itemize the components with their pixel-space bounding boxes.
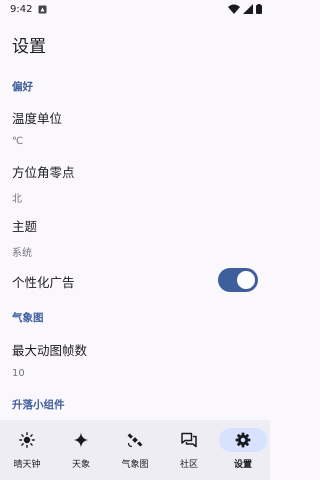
nav-label: 设置 <box>233 460 252 470</box>
forum-icon <box>181 432 197 448</box>
nav-item-celestial[interactable]: 天象 <box>54 428 108 470</box>
gear-icon <box>235 432 251 448</box>
setting-title: 温度单位 <box>12 111 63 126</box>
nav-label: 晴天钟 <box>13 460 41 470</box>
personalized-ads-toggle[interactable] <box>218 268 258 292</box>
nav-label: 气象图 <box>121 460 149 470</box>
nav-item-community[interactable]: 社区 <box>162 428 216 470</box>
wifi-icon <box>228 4 240 14</box>
setting-compass-zero[interactable]: 方位角零点 北 <box>12 162 258 205</box>
bottom-navigation: 晴天钟 天象 气象图 社区 设置 <box>0 420 270 480</box>
battery-icon <box>256 4 262 14</box>
setting-title: 方位角零点 <box>12 165 75 180</box>
status-bar: 9:42 <box>0 0 270 18</box>
page-title: 设置 <box>12 37 46 57</box>
notification-icon <box>38 5 47 13</box>
section-header-preferences: 偏好 <box>12 81 33 93</box>
sparkle-icon <box>73 432 89 448</box>
nav-label: 天象 <box>71 460 90 470</box>
nav-label: 社区 <box>179 460 198 470</box>
signal-icon <box>243 4 253 14</box>
nav-item-settings[interactable]: 设置 <box>216 428 270 470</box>
setting-theme[interactable]: 主题 系统 <box>12 216 258 259</box>
nav-item-weather-map[interactable]: 气象图 <box>108 428 162 470</box>
section-header-rise-set-widget: 升落小组件 <box>12 399 65 411</box>
setting-title: 最大动图帧数 <box>12 343 88 358</box>
setting-title: 主题 <box>12 219 38 234</box>
nav-item-clear-sky-clock[interactable]: 晴天钟 <box>0 428 54 470</box>
setting-value: ℃ <box>12 136 24 147</box>
setting-value: 10 <box>12 368 25 379</box>
status-time: 9:42 <box>10 3 33 15</box>
sun-icon <box>19 432 35 448</box>
setting-max-animation-frames[interactable]: 最大动图帧数 10 <box>12 340 258 379</box>
section-header-weather-map: 气象图 <box>12 312 44 324</box>
setting-temperature-unit[interactable]: 温度单位 ℃ <box>12 108 258 147</box>
setting-value: 北 <box>12 194 22 205</box>
toggle-knob <box>237 271 255 289</box>
setting-value: 系统 <box>12 248 32 259</box>
satellite-icon <box>127 433 143 448</box>
